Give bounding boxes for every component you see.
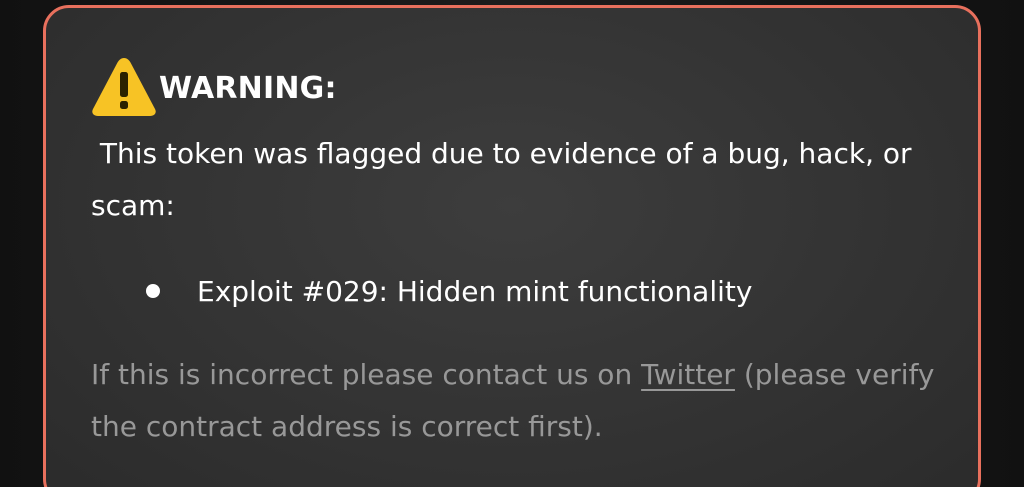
warning-triangle-icon xyxy=(92,58,156,116)
contact-note: If this is incorrect please contact us o… xyxy=(91,349,951,453)
exploit-text: Exploit #029: Hidden mint functionality xyxy=(197,274,753,308)
contact-note-text: If this is incorrect please contact us o… xyxy=(91,358,642,391)
warning-title: WARNING: xyxy=(159,71,337,106)
exploit-list: Exploit #029: Hidden mint functionality xyxy=(146,265,752,317)
twitter-link[interactable]: Twitter xyxy=(641,358,735,391)
list-item: Exploit #029: Hidden mint functionality xyxy=(146,265,752,317)
flag-description: This token was flagged due to evidence o… xyxy=(91,137,921,222)
bullet-icon xyxy=(146,284,160,298)
screen: WARNING: This token was flagged due to e… xyxy=(0,0,1024,487)
warning-heading: WARNING: xyxy=(90,53,337,121)
warning-card: WARNING: This token was flagged due to e… xyxy=(43,5,981,487)
